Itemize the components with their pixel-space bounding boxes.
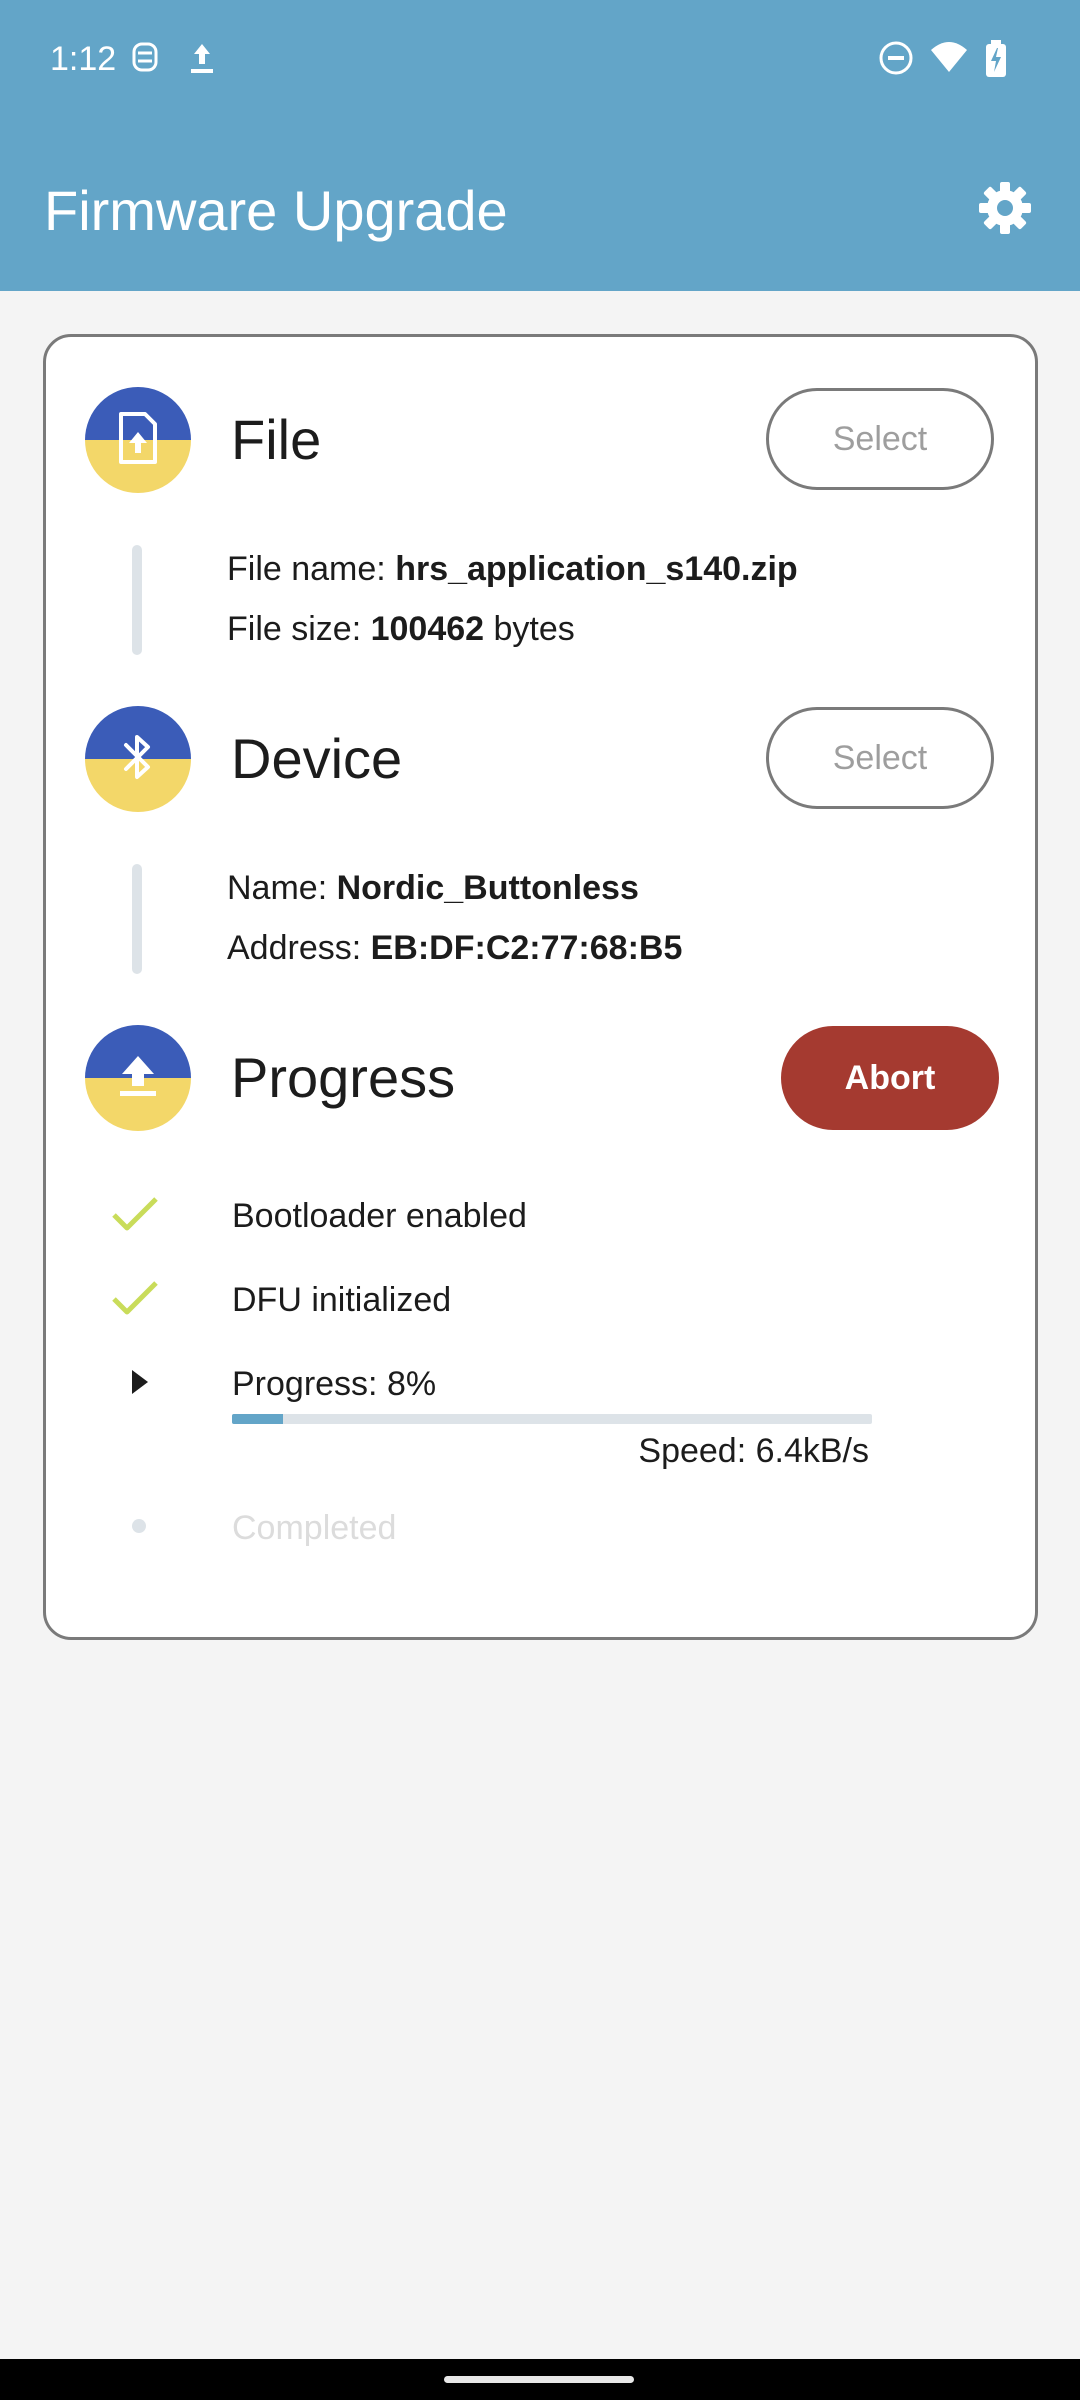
step-completed: Completed <box>232 1509 397 1547</box>
device-step-icon <box>85 706 191 812</box>
step-progress: Progress: 8% <box>232 1365 437 1403</box>
device-name-label: Name: <box>227 869 337 907</box>
bluetooth-icon <box>118 729 158 790</box>
file-name-label: File name: <box>227 550 396 588</box>
page-title: Firmware Upgrade <box>44 179 508 242</box>
device-section-title: Device <box>231 727 403 790</box>
file-size-row: File size: 100462 bytes <box>227 610 575 649</box>
file-size-value: 100462 <box>370 610 485 648</box>
step-bootloader-enabled: Bootloader enabled <box>232 1197 527 1235</box>
device-address-label: Address: <box>227 929 371 967</box>
select-file-button[interactable]: Select <box>766 388 994 490</box>
play-arrow-icon <box>130 1368 150 1401</box>
status-bar: 1:12 <box>0 0 1080 125</box>
file-size-unit: bytes <box>484 610 575 648</box>
device-name-value: Nordic_Buttonless <box>336 869 639 907</box>
file-details-line <box>132 545 142 655</box>
file-name-row: File name: hrs_application_s140.zip <box>227 550 798 589</box>
select-device-button[interactable]: Select <box>766 707 994 809</box>
gear-icon <box>977 180 1033 241</box>
upload-progress-bar <box>232 1414 872 1424</box>
battery-charging-icon <box>985 40 1007 83</box>
device-address-row: Address: EB:DF:C2:77:68:B5 <box>227 929 682 968</box>
status-time: 1:12 <box>50 40 117 78</box>
notification-robot-icon <box>128 40 162 79</box>
dfu-card: File Select File name: hrs_application_s… <box>43 334 1038 1640</box>
file-size-label: File size: <box>227 610 371 648</box>
file-step-icon <box>85 387 191 493</box>
device-name-row: Name: Nordic_Buttonless <box>227 869 639 908</box>
pending-dot-icon <box>132 1519 146 1533</box>
file-name-value: hrs_application_s140.zip <box>395 550 798 588</box>
progress-section-title: Progress <box>231 1046 456 1109</box>
wifi-icon <box>929 40 969 81</box>
file-upload-icon <box>115 411 161 469</box>
upload-speed: Speed: 6.4kB/s <box>638 1432 869 1470</box>
step-dfu-initialized: DFU initialized <box>232 1281 452 1319</box>
settings-button[interactable] <box>975 180 1035 240</box>
check-icon <box>110 1195 160 1240</box>
file-section-title: File <box>231 408 322 471</box>
device-address-value: EB:DF:C2:77:68:B5 <box>370 929 683 967</box>
progress-step-icon <box>85 1025 191 1131</box>
device-details-line <box>132 864 142 974</box>
home-gesture-handle[interactable] <box>444 2376 634 2383</box>
do-not-disturb-icon <box>878 40 914 81</box>
upload-progress-fill <box>232 1414 284 1424</box>
check-icon <box>110 1279 160 1324</box>
abort-button[interactable]: Abort <box>781 1026 999 1130</box>
upload-arrow-icon <box>116 1054 160 1103</box>
upload-icon <box>185 40 219 81</box>
